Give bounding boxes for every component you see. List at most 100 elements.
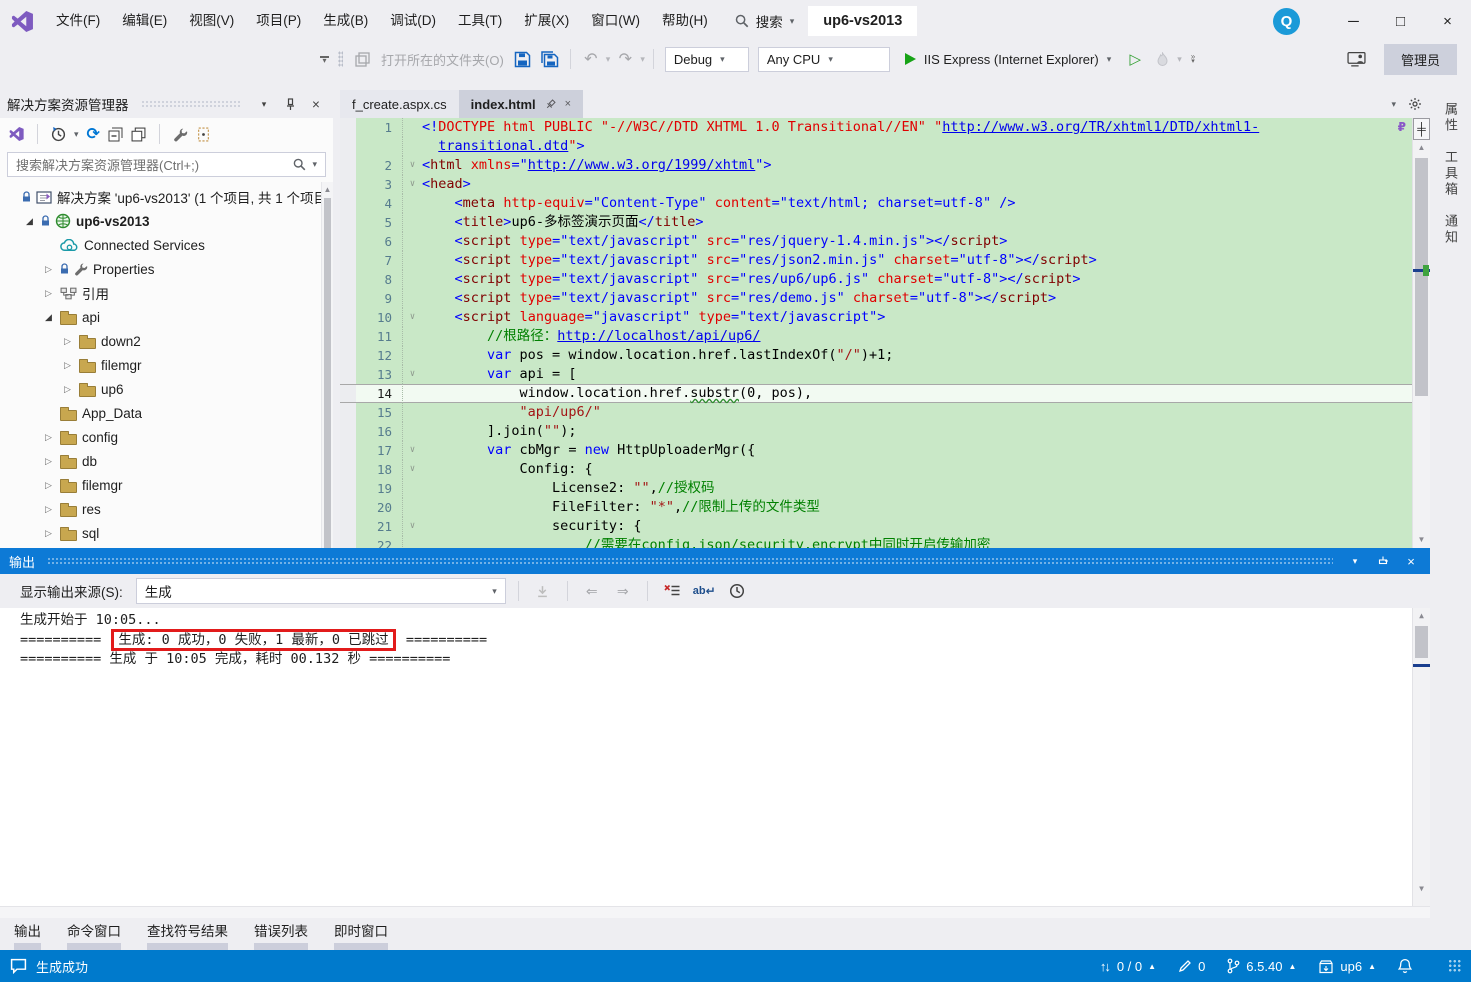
window-position-icon[interactable]: ▾ xyxy=(1345,556,1365,567)
collapse-arrow-icon[interactable]: ▷ xyxy=(61,360,74,371)
tree-scrollbar[interactable]: ▲ xyxy=(321,182,333,548)
toolbar-overflow-icon[interactable]: ▾ xyxy=(320,56,329,63)
code-line[interactable]: 20 FileFilter: "*",//限制上传的文件类型 xyxy=(340,498,1412,517)
tool-window-tab[interactable]: 输出 xyxy=(14,920,41,951)
expand-arrow-icon[interactable]: ◢ xyxy=(23,216,36,227)
pending-changes-icon[interactable] xyxy=(51,127,66,142)
close-button[interactable]: × xyxy=(1424,0,1471,42)
menu-item[interactable]: 调试(D) xyxy=(379,0,447,42)
goto-message-icon[interactable] xyxy=(531,578,555,604)
word-wrap-icon[interactable]: ab↵ xyxy=(691,578,718,604)
code-line[interactable]: 10∨ <script language="javascript" type="… xyxy=(340,308,1412,327)
editor-scrollbar[interactable]: ╪ ▲ ▼ xyxy=(1412,118,1430,548)
code-line[interactable]: 22 //需要在config.json/security.encrypt中同时开… xyxy=(340,536,1412,548)
menu-item[interactable]: 工具(T) xyxy=(447,0,513,42)
menu-item[interactable]: 视图(V) xyxy=(178,0,245,42)
fold-marker-icon[interactable]: ∨ xyxy=(402,460,422,479)
panel-splitter[interactable] xyxy=(333,90,340,548)
toolbar-options-icon[interactable]: »▾ xyxy=(1191,54,1195,64)
code-line[interactable]: 3∨<head> xyxy=(340,175,1412,194)
tree-item[interactable]: ▷Properties xyxy=(0,257,333,281)
scroll-up-icon[interactable]: ▲ xyxy=(322,182,333,196)
start-debug-button[interactable]: IIS Express (Internet Explorer) ▾ xyxy=(896,46,1120,72)
expand-arrow-icon[interactable]: ◢ xyxy=(42,312,55,323)
code-line[interactable]: 13∨ var api = [ xyxy=(340,365,1412,384)
code-line[interactable]: 15 "api/up6/" xyxy=(340,403,1412,422)
code-line[interactable]: 16 ].join(""); xyxy=(340,422,1412,441)
unpushed-edits-button[interactable]: 0 xyxy=(1178,959,1205,974)
open-containing-folder-button[interactable]: 打开所在的文件夹(O) xyxy=(377,50,508,69)
tree-item[interactable]: ▷db xyxy=(0,449,333,473)
collapse-arrow-icon[interactable]: ▷ xyxy=(42,288,55,299)
tree-item[interactable]: ▷up6 xyxy=(0,377,333,401)
menu-item[interactable]: 帮助(H) xyxy=(651,0,719,42)
start-without-debug-icon[interactable]: ▷ xyxy=(1123,46,1147,72)
tree-item[interactable]: Connected Services xyxy=(0,233,333,257)
redo-icon[interactable]: ↷ xyxy=(613,46,637,72)
split-editor-handle[interactable]: ╪ xyxy=(1413,118,1430,140)
code-line[interactable]: 14 window.location.href.substr(0, pos), xyxy=(340,384,1412,403)
tree-item[interactable]: ◢up6-vs2013 xyxy=(0,209,333,233)
menu-item[interactable]: 扩展(X) xyxy=(513,0,580,42)
panel-grip[interactable] xyxy=(47,557,1333,565)
chevron-down-icon[interactable]: ▾ xyxy=(74,129,79,140)
code-line[interactable]: 17∨ var cbMgr = new HttpUploaderMgr({ xyxy=(340,441,1412,460)
menu-item[interactable]: 项目(P) xyxy=(245,0,312,42)
code-line[interactable]: 8 <script type="text/javascript" src="re… xyxy=(340,270,1412,289)
code-line[interactable]: 11 //根路径：http://localhost/api/up6/ xyxy=(340,327,1412,346)
profiler-flame-icon[interactable] xyxy=(1150,46,1174,72)
code-line[interactable]: 7 <script type="text/javascript" src="re… xyxy=(340,251,1412,270)
tool-window-tab[interactable]: 即时窗口 xyxy=(334,920,388,951)
maximize-button[interactable]: □ xyxy=(1377,0,1424,42)
feedback-icon[interactable] xyxy=(1347,51,1366,67)
code-line[interactable]: 4 <meta http-equiv="Content-Type" conten… xyxy=(340,194,1412,213)
redo-dropdown-icon[interactable]: ▾ xyxy=(640,54,645,65)
tab-list-dropdown-icon[interactable]: ▾ xyxy=(1391,99,1396,110)
menu-item[interactable]: 编辑(E) xyxy=(111,0,178,42)
tree-item[interactable]: ▷filemgr xyxy=(0,353,333,377)
tree-item[interactable]: App_Data xyxy=(0,401,333,425)
fold-marker-icon[interactable]: ∨ xyxy=(402,156,422,175)
output-scrollbar[interactable]: ▲ ▼ xyxy=(1412,608,1430,906)
output-source-select[interactable]: 生成▾ xyxy=(136,578,506,604)
scroll-up-icon[interactable]: ▲ xyxy=(1413,608,1430,624)
profiler-dropdown-icon[interactable]: ▾ xyxy=(1177,54,1182,65)
close-icon[interactable]: × xyxy=(1401,554,1421,569)
side-tab[interactable]: 工具箱 xyxy=(1441,150,1460,198)
scroll-thumb[interactable] xyxy=(1415,158,1428,396)
menu-item[interactable]: 窗口(W) xyxy=(580,0,651,42)
solution-name-box[interactable]: up6-vs2013 xyxy=(808,6,917,36)
git-branch-button[interactable]: 6.5.40 ▲ xyxy=(1227,958,1296,974)
menu-item[interactable]: 生成(B) xyxy=(312,0,379,42)
chevron-down-icon[interactable]: ▾ xyxy=(1107,54,1112,65)
notifications-bell-icon[interactable] xyxy=(1398,958,1412,974)
properties-wrench-icon[interactable] xyxy=(173,127,188,142)
scroll-down-icon[interactable]: ▼ xyxy=(1413,879,1430,899)
tool-window-tab[interactable]: 命令窗口 xyxy=(67,920,121,951)
collapse-arrow-icon[interactable]: ▷ xyxy=(42,432,55,443)
clear-all-icon[interactable] xyxy=(660,578,684,604)
output-hscrollbar[interactable] xyxy=(0,906,1430,918)
feedback-bubble-icon[interactable] xyxy=(10,958,27,974)
prev-message-icon[interactable]: ⇐ xyxy=(580,578,604,604)
code-line[interactable]: 21∨ security: { xyxy=(340,517,1412,536)
timestamp-icon[interactable] xyxy=(725,578,749,604)
collapse-arrow-icon[interactable]: ▷ xyxy=(42,456,55,467)
panel-grip[interactable] xyxy=(141,100,243,108)
tool-window-tab[interactable]: 错误列表 xyxy=(254,920,308,951)
collapse-arrow-icon[interactable]: ▷ xyxy=(42,480,55,491)
repository-button[interactable]: up6 ▲ xyxy=(1318,959,1376,974)
fold-marker-icon[interactable]: ∨ xyxy=(402,175,422,194)
preview-selected-icon[interactable] xyxy=(131,127,146,142)
collapse-arrow-icon[interactable]: ▷ xyxy=(42,264,55,275)
solution-search-input[interactable]: 搜索解决方案资源管理器(Ctrl+;) ▾ xyxy=(7,152,326,177)
close-icon[interactable]: × xyxy=(306,97,326,112)
save-button[interactable] xyxy=(511,46,535,72)
next-message-icon[interactable]: ⇒ xyxy=(611,578,635,604)
fold-marker-icon[interactable]: ∨ xyxy=(402,365,422,384)
code-line[interactable]: 12 var pos = window.location.href.lastIn… xyxy=(340,346,1412,365)
collapse-all-icon[interactable] xyxy=(108,127,123,142)
undo-icon[interactable]: ↶ xyxy=(579,46,603,72)
fold-marker-icon[interactable]: ∨ xyxy=(402,308,422,327)
code-line[interactable]: 6 <script type="text/javascript" src="re… xyxy=(340,232,1412,251)
